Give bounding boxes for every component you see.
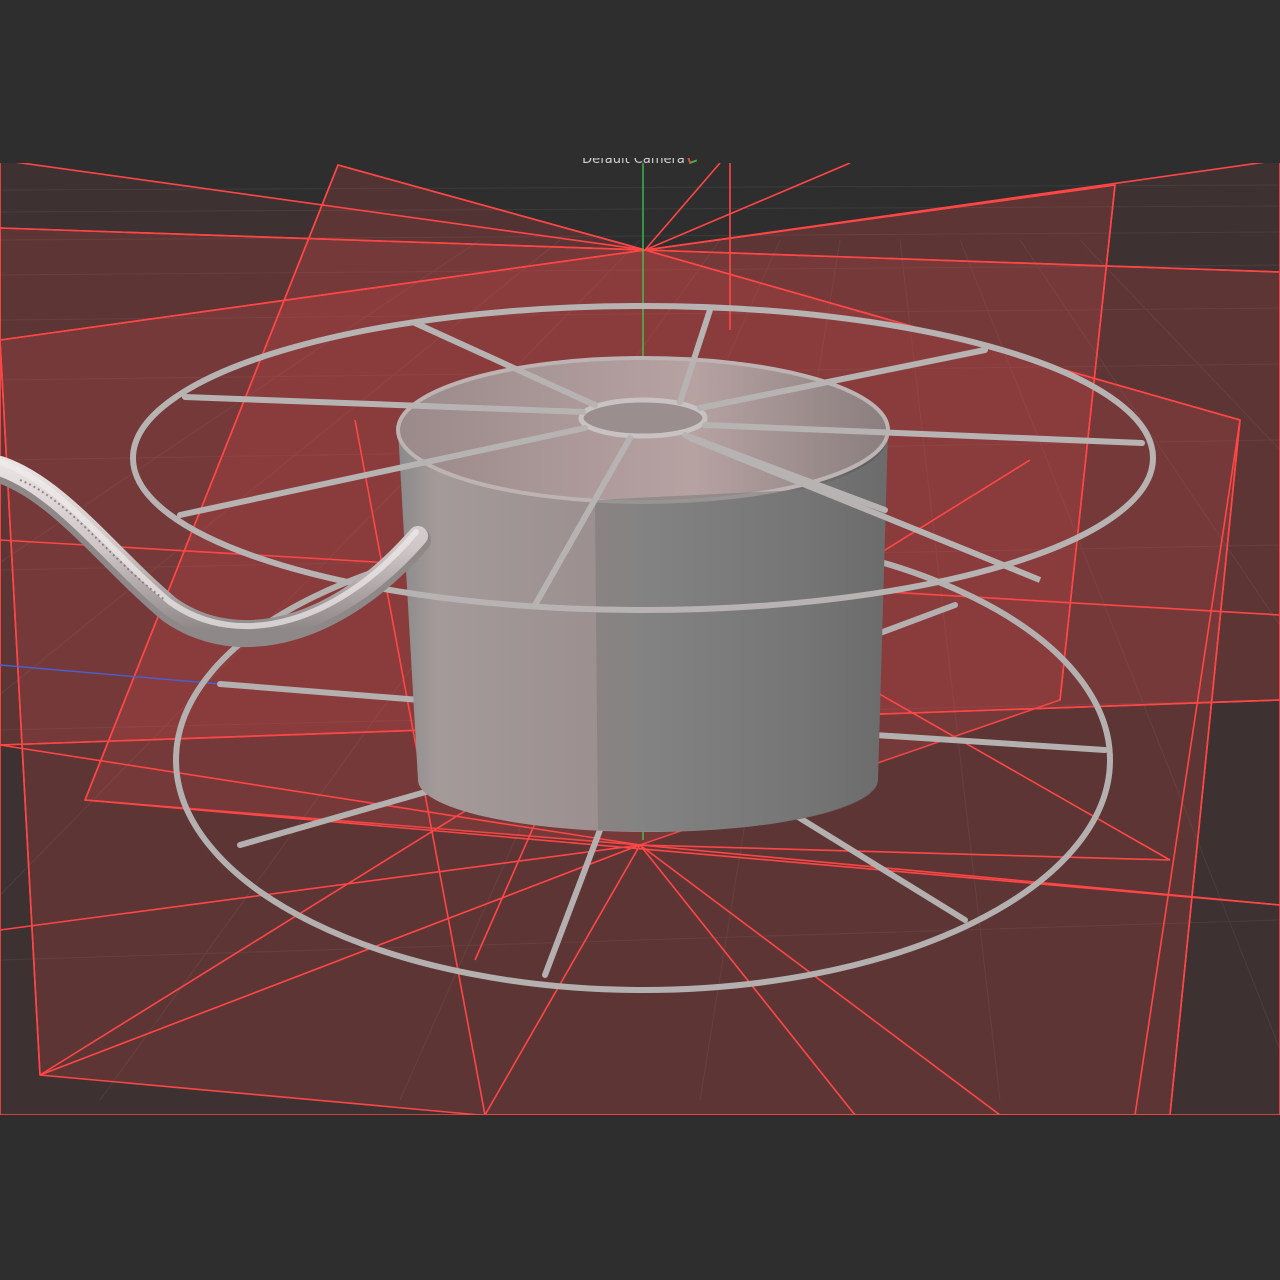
3d-viewport[interactable] [0,0,1280,1280]
3d-editor-window: Default Camera [0,0,1280,1280]
spool-hub[interactable] [578,397,708,439]
